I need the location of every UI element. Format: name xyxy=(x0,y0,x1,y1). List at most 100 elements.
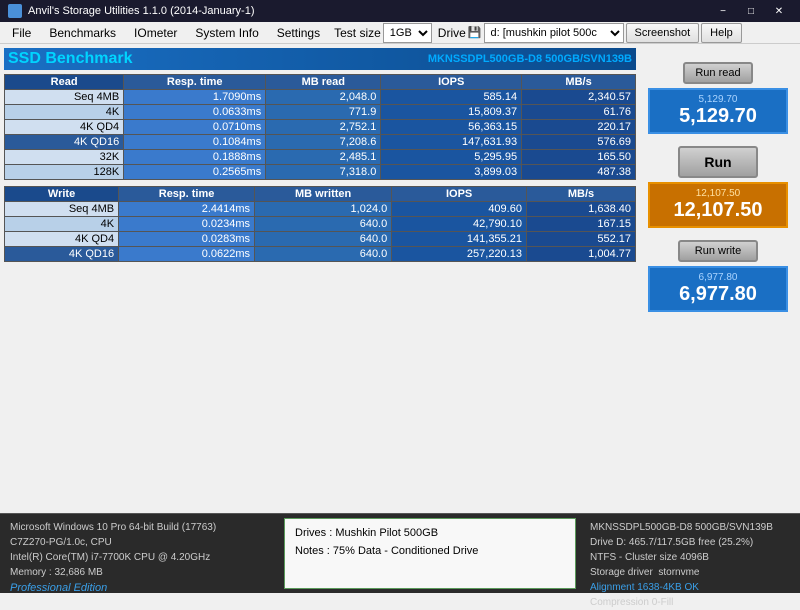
cell-mb: 7,208.6 xyxy=(266,135,381,150)
drive-free: Drive D: 465.7/117.5GB free (25.2%) xyxy=(590,535,790,550)
read-col-mb: MB read xyxy=(266,75,381,90)
write-score-box: 6,977.80 6,977.80 xyxy=(648,266,788,312)
write-col-resp: Resp. time xyxy=(119,187,255,202)
drives-line: Drives : Mushkin Pilot 500GB xyxy=(295,525,565,543)
cell-resp: 0.0633ms xyxy=(124,105,266,120)
cell-test: 4K QD16 xyxy=(5,247,119,262)
cell-resp: 0.0710ms xyxy=(124,120,266,135)
cell-iops: 409.60 xyxy=(392,202,527,217)
menu-settings[interactable]: Settings xyxy=(269,24,328,42)
read-col-iops: IOPS xyxy=(381,75,522,90)
drive-details-panel: MKNSSDPL500GB-D8 500GB/SVN139B Drive D: … xyxy=(580,514,800,593)
bottom-bar: Microsoft Windows 10 Pro 64-bit Build (1… xyxy=(0,513,800,593)
cell-mbs: 552.17 xyxy=(526,232,635,247)
notes-line: Notes : 75% Data - Conditioned Drive xyxy=(295,543,565,561)
pro-edition-label: Professional Edition xyxy=(10,580,270,597)
maximize-button[interactable]: □ xyxy=(738,2,764,20)
title-bar: Anvil's Storage Utilities 1.1.0 (2014-Ja… xyxy=(0,0,800,22)
cell-iops: 257,220.13 xyxy=(392,247,527,262)
cell-resp: 0.0283ms xyxy=(119,232,255,247)
write-col-mbs: MB/s xyxy=(526,187,635,202)
run-read-button[interactable]: Run read xyxy=(683,62,753,84)
write-col-iops: IOPS xyxy=(392,187,527,202)
help-button[interactable]: Help xyxy=(701,23,742,43)
table-row: 4K QD4 0.0710ms 2,752.1 56,363.15 220.17 xyxy=(5,120,636,135)
write-col-label: Write xyxy=(5,187,119,202)
cell-resp: 0.2565ms xyxy=(124,165,266,180)
cell-mbs: 487.38 xyxy=(522,165,636,180)
read-col-mbs: MB/s xyxy=(522,75,636,90)
cell-mbs: 220.17 xyxy=(522,120,636,135)
main-content: SSD Benchmark MKNSSDPL500GB-D8 500GB/SVN… xyxy=(0,44,800,513)
cell-mbs: 165.50 xyxy=(522,150,636,165)
drive-select[interactable]: d: [mushkin pilot 500c xyxy=(484,23,624,43)
cell-mb: 1,024.0 xyxy=(255,202,392,217)
cell-iops: 15,809.37 xyxy=(381,105,522,120)
system-info-panel: Microsoft Windows 10 Pro 64-bit Build (1… xyxy=(0,514,280,593)
cell-iops: 56,363.15 xyxy=(381,120,522,135)
left-panel: SSD Benchmark MKNSSDPL500GB-D8 500GB/SVN… xyxy=(0,44,640,513)
write-header-row: Write Resp. time MB written IOPS MB/s xyxy=(5,187,636,202)
read-table: Read Resp. time MB read IOPS MB/s Seq 4M… xyxy=(4,74,636,180)
cell-resp: 2.4414ms xyxy=(119,202,255,217)
cell-mb: 640.0 xyxy=(255,217,392,232)
drive-icon: 💾 xyxy=(468,26,482,39)
table-row: Seq 4MB 2.4414ms 1,024.0 409.60 1,638.40 xyxy=(5,202,636,217)
cell-iops: 3,899.03 xyxy=(381,165,522,180)
menu-benchmarks[interactable]: Benchmarks xyxy=(41,24,124,42)
cell-mbs: 576.69 xyxy=(522,135,636,150)
storage-driver: Storage driver stornvme xyxy=(590,565,790,580)
total-score-big: 12,107.50 xyxy=(658,199,778,222)
ssd-header: SSD Benchmark MKNSSDPL500GB-D8 500GB/SVN… xyxy=(4,48,636,70)
right-panel: Run read 5,129.70 5,129.70 Run 12,107.50… xyxy=(640,44,800,513)
cell-mb: 771.9 xyxy=(266,105,381,120)
cell-test: Seq 4MB xyxy=(5,90,124,105)
run-button[interactable]: Run xyxy=(678,146,758,178)
cell-resp: 0.1888ms xyxy=(124,150,266,165)
table-row: 4K 0.0234ms 640.0 42,790.10 167.15 xyxy=(5,217,636,232)
drives-info-panel: Drives : Mushkin Pilot 500GB Notes : 75%… xyxy=(284,518,576,589)
menu-file[interactable]: File xyxy=(4,24,39,42)
sys-line-2: C7Z270-PG/1.0c, CPU xyxy=(10,535,270,550)
menu-system-info[interactable]: System Info xyxy=(187,24,266,42)
table-row: 4K QD16 0.0622ms 640.0 257,220.13 1,004.… xyxy=(5,247,636,262)
cell-mbs: 167.15 xyxy=(526,217,635,232)
read-score-box: 5,129.70 5,129.70 xyxy=(648,88,788,134)
cell-mb: 2,048.0 xyxy=(266,90,381,105)
cell-mb: 640.0 xyxy=(255,232,392,247)
cell-test: 4K xyxy=(5,105,124,120)
read-col-resp: Resp. time xyxy=(124,75,266,90)
test-size-select[interactable]: 1GB2GB4GB xyxy=(383,23,432,43)
run-write-button[interactable]: Run write xyxy=(678,240,758,262)
alignment: Alignment 1638-4KB OK xyxy=(590,580,790,595)
minimize-button[interactable]: − xyxy=(710,2,736,20)
total-score-small: 12,107.50 xyxy=(658,188,778,199)
cell-test: 4K xyxy=(5,217,119,232)
cell-test: 128K xyxy=(5,165,124,180)
cell-mb: 2,485.1 xyxy=(266,150,381,165)
cell-mbs: 1,638.40 xyxy=(526,202,635,217)
ssd-benchmark-title: SSD Benchmark xyxy=(8,50,133,68)
cell-iops: 141,355.21 xyxy=(392,232,527,247)
cell-test: 4K QD4 xyxy=(5,232,119,247)
cell-mbs: 1,004.77 xyxy=(526,247,635,262)
cell-iops: 42,790.10 xyxy=(392,217,527,232)
read-col-label: Read xyxy=(5,75,124,90)
test-size-label: Test size xyxy=(334,26,381,40)
read-score-small: 5,129.70 xyxy=(658,94,778,105)
read-score-big: 5,129.70 xyxy=(658,105,778,128)
cell-test: 4K QD4 xyxy=(5,120,124,135)
table-row: 128K 0.2565ms 7,318.0 3,899.03 487.38 xyxy=(5,165,636,180)
cell-resp: 0.1084ms xyxy=(124,135,266,150)
table-row: Seq 4MB 1.7090ms 2,048.0 585.14 2,340.57 xyxy=(5,90,636,105)
cell-mbs: 2,340.57 xyxy=(522,90,636,105)
window-title: Anvil's Storage Utilities 1.1.0 (2014-Ja… xyxy=(28,5,254,17)
write-table: Write Resp. time MB written IOPS MB/s Se… xyxy=(4,186,636,262)
close-button[interactable]: ✕ xyxy=(766,2,792,20)
cell-test: 32K xyxy=(5,150,124,165)
menu-iometer[interactable]: IOmeter xyxy=(126,24,185,42)
total-score-box: 12,107.50 12,107.50 xyxy=(648,182,788,228)
cell-test: Seq 4MB xyxy=(5,202,119,217)
cell-iops: 147,631.93 xyxy=(381,135,522,150)
screenshot-button[interactable]: Screenshot xyxy=(626,23,700,43)
